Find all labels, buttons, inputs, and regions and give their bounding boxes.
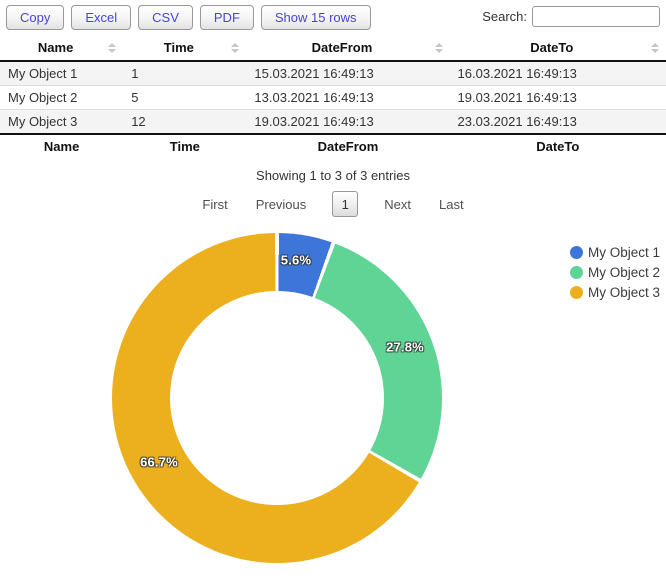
cell-time: 1 — [123, 61, 246, 86]
table-row: My Object 2 5 13.03.2021 16:49:13 19.03.… — [0, 86, 666, 110]
column-header-time[interactable]: Time — [123, 36, 246, 61]
search-input[interactable] — [532, 6, 660, 27]
donut-chart[interactable] — [112, 233, 442, 563]
footer-header-name: Name — [0, 134, 123, 159]
column-header-dateto[interactable]: DateTo — [450, 36, 666, 61]
slice-label-my-object-2: 27.8% — [386, 340, 424, 355]
first-page-button[interactable]: First — [200, 193, 229, 216]
csv-button[interactable]: CSV — [138, 5, 193, 30]
header-label: DateFrom — [312, 40, 373, 55]
header-label: DateTo — [530, 40, 573, 55]
search-label: Search: — [482, 9, 527, 24]
sort-icon — [435, 43, 443, 53]
legend-label: My Object 1 — [588, 245, 660, 260]
footer-row: Name Time DateFrom DateTo — [0, 134, 666, 159]
column-header-datefrom[interactable]: DateFrom — [246, 36, 449, 61]
legend-label: My Object 2 — [588, 265, 660, 280]
export-buttons: Copy Excel CSV PDF Show 15 rows — [6, 5, 371, 30]
cell-name: My Object 3 — [0, 110, 123, 135]
table-info: Showing 1 to 3 of 3 entries — [0, 168, 666, 183]
cell-dateto: 16.03.2021 16:49:13 — [450, 61, 666, 86]
excel-button[interactable]: Excel — [71, 5, 131, 30]
cell-time: 5 — [123, 86, 246, 110]
chart-legend: My Object 1 My Object 2 My Object 3 — [570, 245, 660, 300]
footer-header-dateto: DateTo — [450, 134, 666, 159]
pdf-button[interactable]: PDF — [200, 5, 254, 30]
toolbar: Copy Excel CSV PDF Show 15 rows Search: — [0, 0, 666, 33]
header-label: Time — [164, 40, 194, 55]
footer-header-time: Time — [123, 134, 246, 159]
table-row: My Object 3 12 19.03.2021 16:49:13 23.03… — [0, 110, 666, 135]
cell-dateto: 23.03.2021 16:49:13 — [450, 110, 666, 135]
copy-button[interactable]: Copy — [6, 5, 64, 30]
legend-circle-icon — [570, 266, 583, 279]
donut-chart-area: 5.6% 27.8% 66.7% My Object 1 My Object 2… — [0, 219, 666, 586]
legend-item-my-object-1[interactable]: My Object 1 — [570, 245, 660, 260]
cell-datefrom: 19.03.2021 16:49:13 — [246, 110, 449, 135]
legend-circle-icon — [570, 286, 583, 299]
legend-circle-icon — [570, 246, 583, 259]
cell-time: 12 — [123, 110, 246, 135]
pagination: First Previous 1 Next Last — [0, 191, 666, 217]
last-page-button[interactable]: Last — [437, 193, 466, 216]
current-page-button[interactable]: 1 — [332, 191, 358, 217]
cell-name: My Object 2 — [0, 86, 123, 110]
slice-label-my-object-3: 66.7% — [140, 455, 178, 470]
table-row: My Object 1 1 15.03.2021 16:49:13 16.03.… — [0, 61, 666, 86]
header-row: Name Time DateFrom DateTo — [0, 36, 666, 61]
legend-label: My Object 3 — [588, 285, 660, 300]
datatable-widget: Copy Excel CSV PDF Show 15 rows Search: … — [0, 0, 666, 586]
header-label: Name — [38, 40, 73, 55]
cell-dateto: 19.03.2021 16:49:13 — [450, 86, 666, 110]
legend-item-my-object-2[interactable]: My Object 2 — [570, 265, 660, 280]
footer-header-datefrom: DateFrom — [246, 134, 449, 159]
sort-icon — [651, 43, 659, 53]
cell-name: My Object 1 — [0, 61, 123, 86]
column-header-name[interactable]: Name — [0, 36, 123, 61]
sort-icon — [108, 43, 116, 53]
next-page-button[interactable]: Next — [382, 193, 413, 216]
previous-page-button[interactable]: Previous — [254, 193, 309, 216]
show-rows-button[interactable]: Show 15 rows — [261, 5, 371, 30]
cell-datefrom: 15.03.2021 16:49:13 — [246, 61, 449, 86]
search-area: Search: — [482, 5, 660, 27]
legend-item-my-object-3[interactable]: My Object 3 — [570, 285, 660, 300]
slice-label-my-object-1: 5.6% — [281, 253, 311, 268]
data-table: Name Time DateFrom DateTo My Ob — [0, 36, 666, 159]
sort-icon — [231, 43, 239, 53]
cell-datefrom: 13.03.2021 16:49:13 — [246, 86, 449, 110]
